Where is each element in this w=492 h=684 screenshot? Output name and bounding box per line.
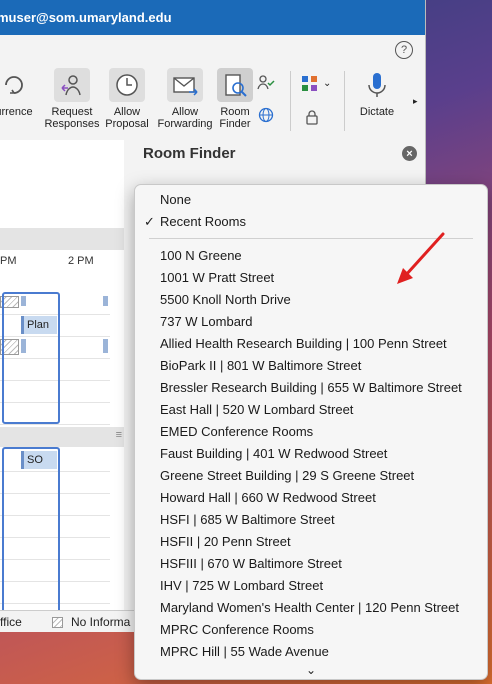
room-list-item[interactable]: HSFI | 685 W Baltimore Street xyxy=(160,509,335,531)
busy-block xyxy=(103,339,108,353)
sensitivity-button[interactable] xyxy=(304,109,320,125)
room-list-item[interactable]: Maryland Women's Health Center | 120 Pen… xyxy=(160,597,459,619)
allow-forwarding-button[interactable]: Allow Forwarding xyxy=(157,68,213,130)
legend-no-information: No Informa xyxy=(71,615,131,629)
allow-proposal-button[interactable]: Allow Proposal xyxy=(104,68,150,130)
recurrence-label: urrence xyxy=(0,106,33,118)
grid-header xyxy=(0,228,124,250)
ribbon-top: ? xyxy=(0,35,425,65)
room-list-item[interactable]: HSFIII | 670 W Baltimore Street xyxy=(160,553,342,575)
people-icon xyxy=(257,75,275,90)
scheduling-assistant-button[interactable] xyxy=(257,73,275,91)
recurrence-button[interactable]: urrence xyxy=(0,68,36,118)
room-list-item[interactable]: BioPark II | 801 W Baltimore Street xyxy=(160,355,361,377)
room-list-item[interactable]: 5500 Knoll North Drive xyxy=(160,289,291,311)
ribbon-separator xyxy=(344,71,345,131)
room-list-item[interactable]: Greene Street Building | 29 S Greene Str… xyxy=(160,465,414,487)
request-responses-icon xyxy=(54,68,90,102)
allow-forwarding-label: Allow Forwarding xyxy=(157,106,213,130)
lock-icon xyxy=(306,110,318,125)
dictate-button[interactable]: Dictate xyxy=(355,68,399,118)
close-icon[interactable]: × xyxy=(402,146,417,161)
room-list-item[interactable]: Allied Health Research Building | 100 Pe… xyxy=(160,333,447,355)
checkmark-icon: ✓ xyxy=(144,214,155,229)
busy-block xyxy=(103,296,108,306)
allow-proposal-label: Allow Proposal xyxy=(105,106,149,130)
room-finder-button[interactable]: Room Finder xyxy=(214,68,256,130)
time-label: 2 PM xyxy=(68,255,94,267)
room-finder-label: Room Finder xyxy=(219,106,251,130)
scheduling-grid: PM 2 PM Plan ≡ SO xyxy=(0,140,125,612)
title-bar: muser@som.umaryland.edu xyxy=(0,0,425,35)
legend-out-of-office: ffice xyxy=(0,615,22,629)
ribbon: urrence Request Responses Allow Proposal… xyxy=(0,65,425,141)
account-title: muser@som.umaryland.edu xyxy=(0,10,172,25)
time-label: PM xyxy=(0,255,17,267)
ribbon-scroll-right-icon[interactable]: ▸ xyxy=(413,95,418,107)
request-responses-label: Request Responses xyxy=(44,106,100,130)
room-list-item[interactable]: 737 W Lombard xyxy=(160,311,253,333)
menu-item-none[interactable]: None xyxy=(160,189,191,211)
recurrence-icon xyxy=(0,68,32,102)
menu-item-recent-rooms[interactable]: Recent Rooms xyxy=(160,211,246,233)
request-responses-button[interactable]: Request Responses xyxy=(44,68,100,130)
apps-icon xyxy=(302,76,317,91)
room-list-item[interactable]: 1001 W Pratt Street xyxy=(160,267,274,289)
apps-button[interactable]: ⌄ xyxy=(301,75,331,93)
room-list-item[interactable]: IHV | 725 W Lombard Street xyxy=(160,575,323,597)
clock-icon xyxy=(109,68,145,102)
help-icon[interactable]: ? xyxy=(395,41,413,59)
room-finder-icon xyxy=(217,68,253,102)
grid-section-header: ≡ xyxy=(0,427,124,447)
chevron-down-icon: ⌄ xyxy=(323,78,332,89)
dictate-label: Dictate xyxy=(359,106,395,118)
room-list-item[interactable]: Bressler Research Building | 655 W Balti… xyxy=(160,377,462,399)
room-list-item[interactable]: EMED Conference Rooms xyxy=(160,421,313,443)
room-list-item[interactable]: MPRC Hill | 55 Wade Avenue xyxy=(160,641,329,663)
room-list-item[interactable]: Howard Hall | 660 W Redwood Street xyxy=(160,487,376,509)
room-list-item[interactable]: MPRC Conference Rooms xyxy=(160,619,314,641)
ribbon-separator xyxy=(290,71,291,131)
room-list-item[interactable]: Faust Building | 401 W Redwood Street xyxy=(160,443,387,465)
legend-swatch xyxy=(52,617,63,628)
timezone-button[interactable] xyxy=(258,107,274,123)
meeting-time-highlight[interactable] xyxy=(2,292,60,424)
room-finder-title: Room Finder xyxy=(143,145,236,162)
envelope-icon xyxy=(167,68,203,102)
room-list-item[interactable]: HSFII | 20 Penn Street xyxy=(160,531,291,553)
annotation-arrow-icon xyxy=(397,232,445,284)
room-list-item[interactable]: 100 N Greene xyxy=(160,245,242,267)
scroll-down-icon[interactable]: ⌄ xyxy=(135,663,487,677)
drag-handle-icon[interactable]: ≡ xyxy=(116,429,122,441)
time-header: PM 2 PM xyxy=(0,252,124,272)
globe-icon xyxy=(258,107,274,123)
meeting-time-highlight[interactable] xyxy=(2,447,60,612)
room-list-item[interactable]: East Hall | 520 W Lombard Street xyxy=(160,399,353,421)
microphone-icon xyxy=(359,68,395,102)
